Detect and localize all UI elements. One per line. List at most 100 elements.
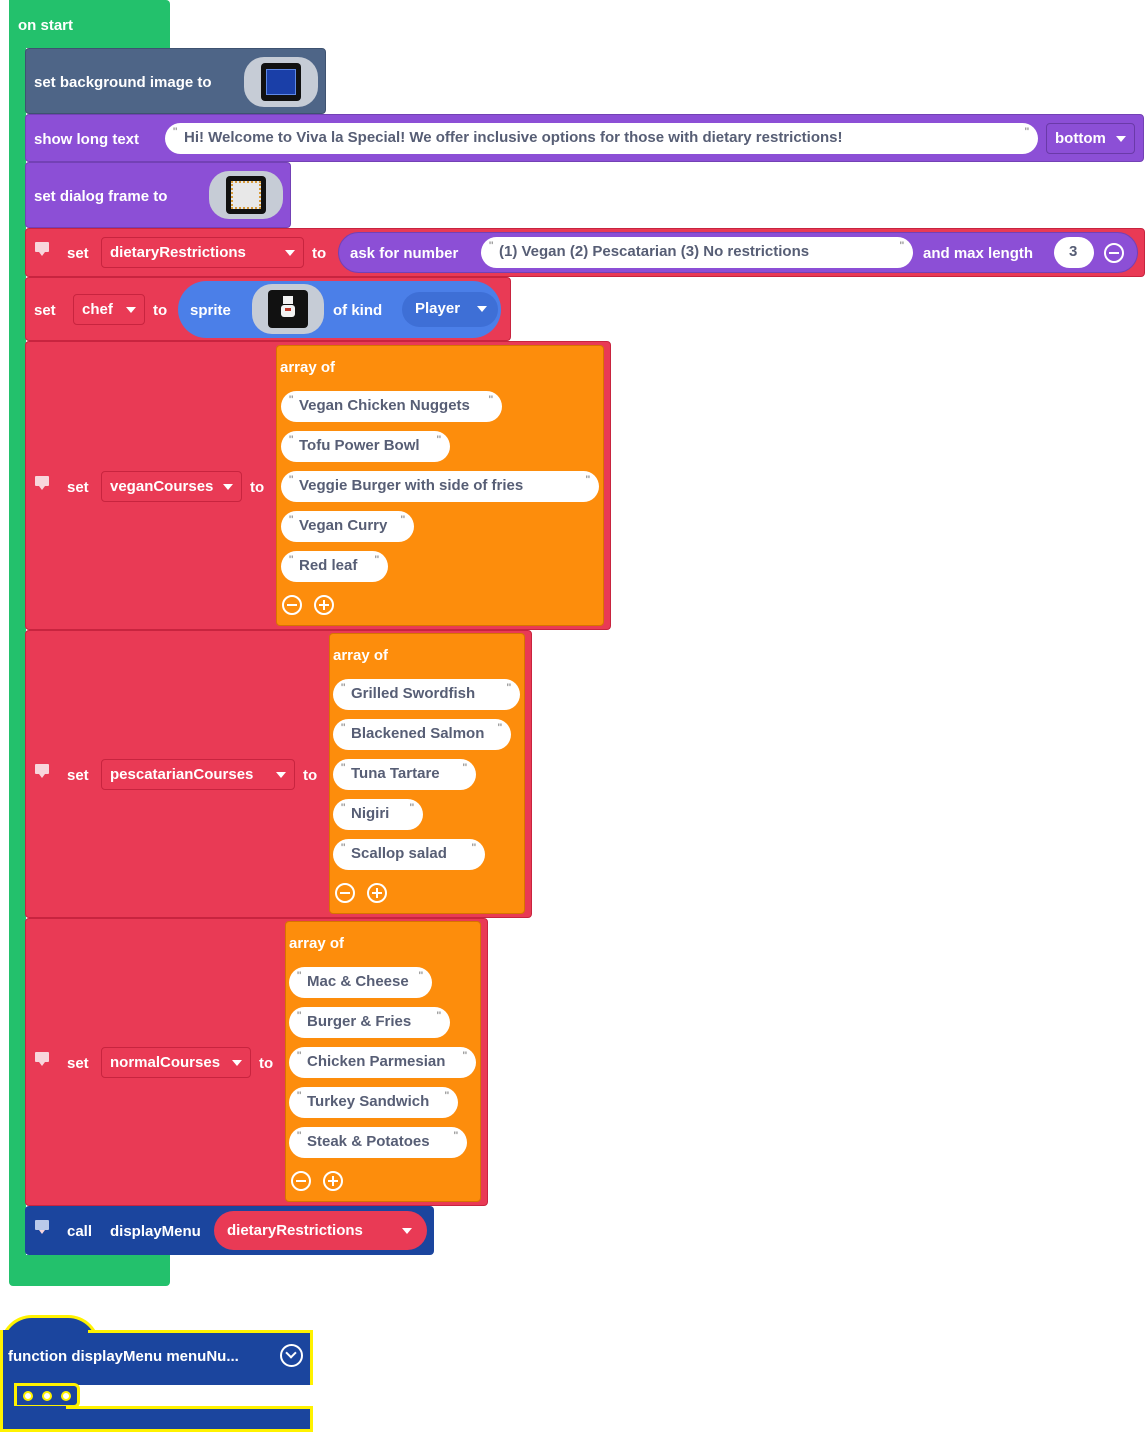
function-definition-label: function displayMenu menuNu... bbox=[8, 1348, 239, 1365]
normal-item-text: Turkey Sandwich bbox=[307, 1093, 430, 1110]
dietary-variable-name: dietaryRestrictions bbox=[110, 244, 246, 261]
comment-icon[interactable] bbox=[35, 476, 49, 490]
ask-for-number-label: ask for number bbox=[350, 245, 459, 262]
pescatarian-item-3[interactable]: " Tuna Tartare " bbox=[333, 759, 476, 790]
collapse-chevron-icon[interactable] bbox=[280, 1344, 303, 1367]
pescatarian-item-text: Grilled Swordfish bbox=[351, 685, 476, 702]
max-length-input[interactable]: 3 bbox=[1054, 237, 1094, 268]
chevron-down-icon bbox=[402, 1228, 412, 1234]
set-vegan-set-label: set bbox=[67, 479, 89, 496]
vegan-item-3[interactable]: " Veggie Burger with side of fries " bbox=[281, 471, 599, 502]
chevron-down-icon bbox=[285, 250, 295, 256]
ask-prompt-value: (1) Vegan (2) Pescatarian (3) No restric… bbox=[499, 243, 810, 260]
vegan-variable-dropdown[interactable]: veganCourses bbox=[101, 471, 242, 502]
on-start-body-rail bbox=[9, 40, 26, 1270]
call-label: call bbox=[67, 1223, 93, 1240]
normal-item-4[interactable]: " Turkey Sandwich " bbox=[289, 1087, 458, 1118]
normal-item-3[interactable]: " Chicken Parmesian " bbox=[289, 1047, 476, 1078]
remove-item-icon[interactable] bbox=[291, 1171, 311, 1191]
pescatarian-array-label: array of bbox=[333, 647, 389, 664]
add-item-icon[interactable] bbox=[367, 883, 387, 903]
pescatarian-variable-name: pescatarianCourses bbox=[110, 766, 254, 783]
chef-variable-name: chef bbox=[82, 301, 113, 318]
vegan-item-4[interactable]: " Vegan Curry " bbox=[281, 511, 414, 542]
normal-item-1[interactable]: " Mac & Cheese " bbox=[289, 967, 432, 998]
vegan-item-2[interactable]: " Tofu Power Bowl " bbox=[281, 431, 450, 462]
kind-dropdown[interactable]: Player bbox=[402, 292, 498, 327]
vegan-item-5[interactable]: " Red leaf " bbox=[281, 551, 388, 582]
chevron-down-icon bbox=[126, 307, 136, 313]
set-dietary-to-label: to bbox=[312, 245, 327, 262]
set-vegan-to-label: to bbox=[250, 479, 265, 496]
pescatarian-item-text: Blackened Salmon bbox=[351, 725, 485, 742]
remove-parameter-icon[interactable] bbox=[1104, 243, 1124, 263]
sprite-image-picker[interactable] bbox=[252, 284, 324, 334]
sprite-label: sprite bbox=[190, 302, 231, 319]
chevron-down-icon bbox=[1116, 136, 1126, 142]
set-dietary-set-label: set bbox=[67, 245, 89, 262]
normal-variable-name: normalCourses bbox=[110, 1054, 221, 1071]
background-image-thumbnail-icon bbox=[261, 63, 301, 101]
pescatarian-item-2[interactable]: " Blackened Salmon " bbox=[333, 719, 511, 750]
ask-prompt-input[interactable]: " (1) Vegan (2) Pescatarian (3) No restri… bbox=[481, 237, 913, 268]
vegan-array-label: array of bbox=[280, 359, 336, 376]
on-start-label: on start bbox=[18, 17, 74, 34]
dialog-frame-thumbnail-icon bbox=[226, 176, 266, 214]
set-chef-set-label: set bbox=[34, 302, 56, 319]
on-start-footer bbox=[9, 1255, 170, 1286]
pescatarian-variable-dropdown[interactable]: pescatarianCourses bbox=[101, 759, 295, 790]
set-background-label: set background image to bbox=[34, 74, 212, 91]
show-long-text-label: show long text bbox=[34, 131, 139, 148]
vegan-item-1[interactable]: " Vegan Chicken Nuggets " bbox=[281, 391, 502, 422]
normal-item-text: Mac & Cheese bbox=[307, 973, 409, 990]
normal-item-2[interactable]: " Burger & Fries " bbox=[289, 1007, 450, 1038]
call-argument-dropdown[interactable]: dietaryRestrictions bbox=[214, 1211, 427, 1250]
pescatarian-item-4[interactable]: " Nigiri " bbox=[333, 799, 423, 830]
kind-value: Player bbox=[415, 300, 461, 317]
background-image-picker[interactable] bbox=[244, 57, 318, 107]
normal-variable-dropdown[interactable]: normalCourses bbox=[101, 1047, 251, 1078]
dietary-variable-dropdown[interactable]: dietaryRestrictions bbox=[101, 237, 304, 268]
vegan-item-text: Vegan Chicken Nuggets bbox=[299, 397, 470, 414]
chevron-down-icon bbox=[232, 1060, 242, 1066]
vegan-item-text: Red leaf bbox=[299, 557, 358, 574]
set-chef-to-label: to bbox=[153, 302, 168, 319]
remove-item-icon[interactable] bbox=[282, 595, 302, 615]
add-item-icon[interactable] bbox=[323, 1171, 343, 1191]
vegan-item-text: Vegan Curry bbox=[299, 517, 388, 534]
collapsed-ellipsis-icon[interactable] bbox=[14, 1383, 80, 1408]
vegan-variable-name: veganCourses bbox=[110, 478, 214, 495]
set-normal-set-label: set bbox=[67, 1055, 89, 1072]
function-footer bbox=[0, 1406, 313, 1432]
vegan-item-text: Veggie Burger with side of fries bbox=[299, 477, 524, 494]
normal-item-text: Steak & Potatoes bbox=[307, 1133, 430, 1150]
function-name-label: displayMenu bbox=[110, 1223, 201, 1240]
normal-item-5[interactable]: " Steak & Potatoes " bbox=[289, 1127, 467, 1158]
set-normal-to-label: to bbox=[259, 1055, 274, 1072]
pescatarian-item-text: Scallop salad bbox=[351, 845, 447, 862]
comment-icon[interactable] bbox=[35, 1052, 49, 1066]
long-text-value: Hi! Welcome to Viva la Special! We offer… bbox=[184, 129, 843, 146]
chevron-down-icon bbox=[477, 306, 487, 312]
max-length-label: and max length bbox=[923, 245, 1034, 262]
pescatarian-item-text: Tuna Tartare bbox=[351, 765, 440, 782]
chef-variable-dropdown[interactable]: chef bbox=[73, 294, 145, 325]
set-pescatarian-set-label: set bbox=[67, 767, 89, 784]
of-kind-label: of kind bbox=[333, 302, 383, 319]
set-dialog-frame-label: set dialog frame to bbox=[34, 188, 168, 205]
text-position-dropdown[interactable]: bottom bbox=[1046, 123, 1135, 154]
remove-item-icon[interactable] bbox=[335, 883, 355, 903]
pescatarian-item-text: Nigiri bbox=[351, 805, 390, 822]
normal-item-text: Chicken Parmesian bbox=[307, 1053, 446, 1070]
long-text-input[interactable]: " Hi! Welcome to Viva la Special! We offe… bbox=[165, 123, 1038, 154]
max-length-value: 3 bbox=[1069, 243, 1078, 260]
add-item-icon[interactable] bbox=[314, 595, 334, 615]
text-position-value: bottom bbox=[1055, 130, 1106, 147]
pescatarian-item-1[interactable]: " Grilled Swordfish " bbox=[333, 679, 520, 710]
pescatarian-item-5[interactable]: " Scallop salad " bbox=[333, 839, 485, 870]
comment-icon[interactable] bbox=[35, 1220, 49, 1234]
comment-icon[interactable] bbox=[35, 764, 49, 778]
comment-icon[interactable] bbox=[35, 242, 49, 256]
dialog-frame-picker[interactable] bbox=[209, 171, 283, 219]
chevron-down-icon bbox=[223, 484, 233, 490]
